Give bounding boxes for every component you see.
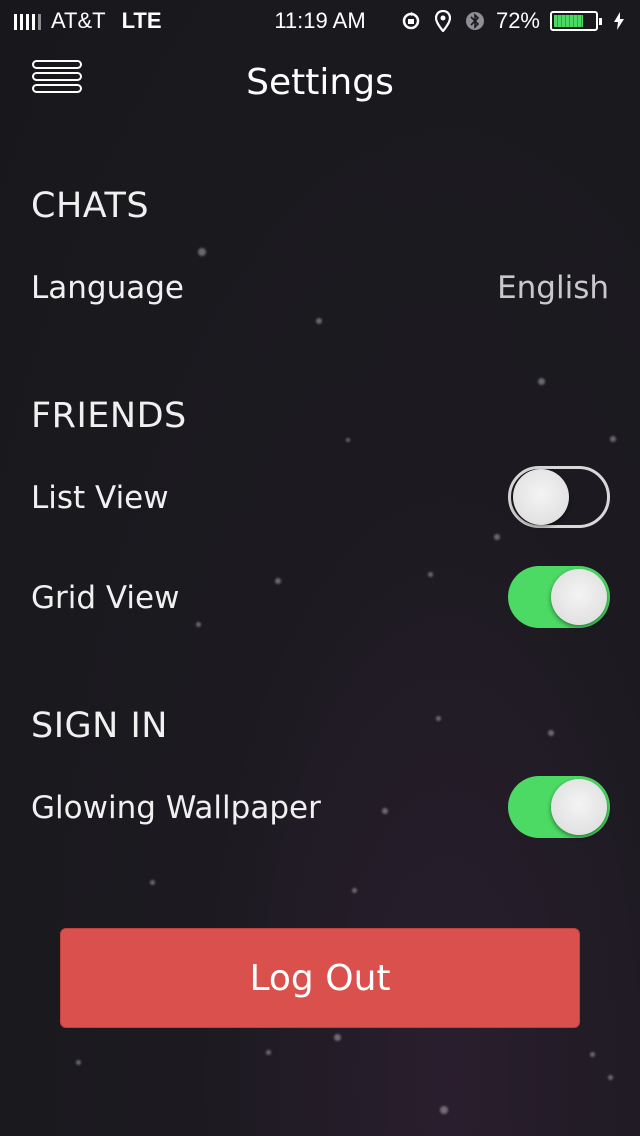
charging-icon — [608, 10, 630, 32]
battery-percent: 72% — [495, 8, 540, 33]
toggle-knob — [513, 469, 569, 525]
logout-button[interactable]: Log Out — [60, 928, 580, 1028]
status-bar: AT&T LTE 11:19 AM 72% — [0, 0, 640, 40]
glowing-wallpaper-label: Glowing Wallpaper — [31, 790, 321, 826]
bluetooth-icon — [464, 10, 486, 32]
list-view-toggle[interactable] — [508, 466, 610, 528]
grid-view-toggle[interactable] — [508, 566, 610, 628]
grid-view-label: Grid View — [31, 580, 180, 616]
glowing-wallpaper-toggle[interactable] — [508, 776, 610, 838]
location-icon — [432, 10, 454, 32]
page-title: Settings — [246, 62, 394, 103]
toggle-knob — [551, 569, 607, 625]
battery-icon — [550, 11, 602, 31]
toggle-knob — [551, 779, 607, 835]
section-heading-chats: CHATS — [31, 186, 150, 226]
section-heading-sign-in: SIGN IN — [31, 706, 168, 746]
battery-level — [554, 15, 583, 27]
language-value[interactable]: English — [497, 270, 609, 306]
section-heading-friends: FRIENDS — [31, 396, 187, 436]
language-label: Language — [31, 270, 184, 306]
list-view-label: List View — [31, 480, 169, 516]
rotation-lock-icon — [400, 10, 422, 32]
